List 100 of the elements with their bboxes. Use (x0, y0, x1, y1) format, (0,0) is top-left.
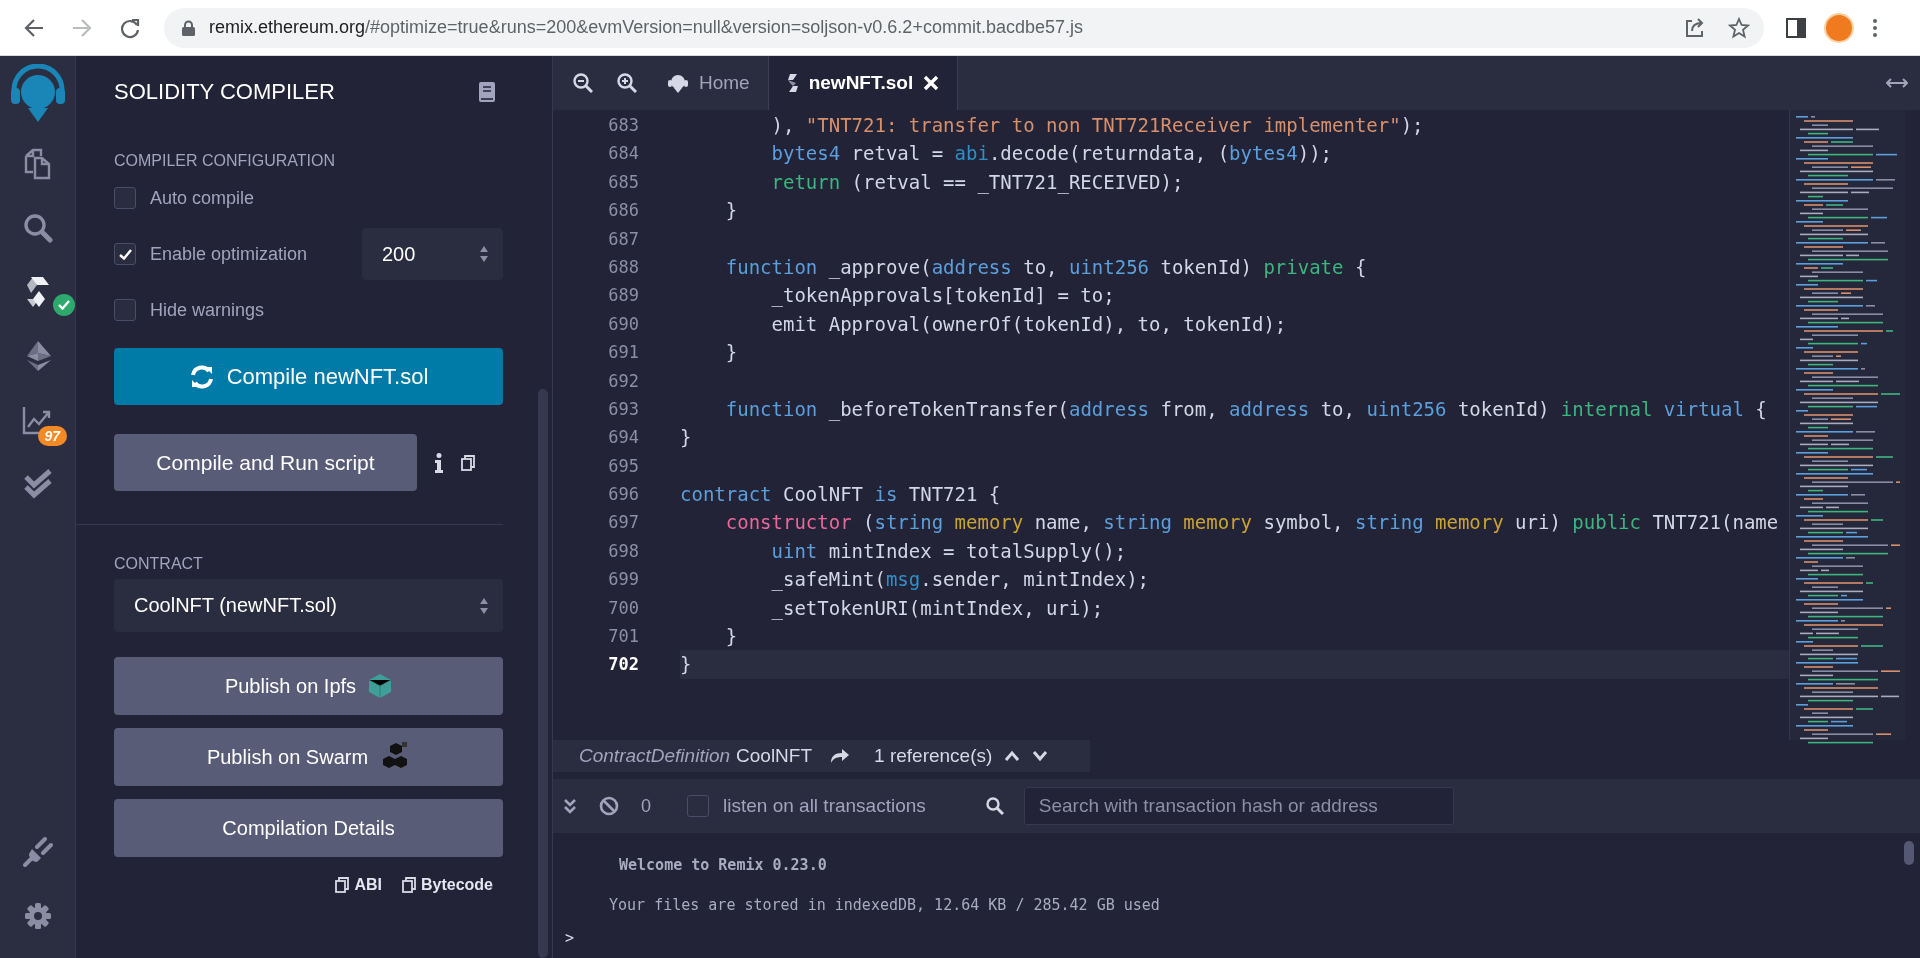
line-number: 701 (607, 625, 640, 649)
expand-icon[interactable] (1886, 77, 1908, 89)
scrollbar[interactable] (1904, 841, 1914, 865)
editor-tab[interactable]: newNFT.sol (768, 56, 959, 110)
go-to-definition-button[interactable] (830, 748, 851, 764)
scrollbar[interactable] (538, 389, 548, 958)
line-number: 692 (607, 369, 640, 393)
line-number: 684 (607, 142, 640, 166)
share-icon (1684, 16, 1706, 39)
code-line: } (724, 199, 738, 222)
code-line: _setTokenURI(mintIndex, uri); (770, 596, 1104, 619)
runs-field[interactable]: 200 (362, 228, 503, 280)
kebab-menu-icon (1872, 17, 1878, 38)
terminal-prompt[interactable]: > (565, 929, 575, 947)
line-number: 685 (607, 170, 640, 194)
code-line: function _beforeTokenTransfer(address from, address to, uint256 tokenId) internal virtual { (724, 397, 1767, 420)
copy-icon (401, 877, 416, 893)
line-number: 700 (607, 596, 640, 620)
search-icon[interactable] (22, 213, 53, 243)
spinner-arrows-icon[interactable] (479, 244, 489, 264)
chevron-up-icon (1004, 750, 1021, 762)
option-label: Enable optimization (150, 243, 308, 265)
terminal-message: Your files are stored in indexedDB, 12.64 KB / 285.42 GB used (609, 895, 1160, 916)
files-icon[interactable] (22, 148, 53, 180)
line-number: 693 (607, 397, 640, 421)
bookmark-star-button[interactable] (1728, 16, 1750, 39)
checkbox-label: listen on all transactions (723, 795, 926, 817)
line-number: 691 (607, 341, 640, 365)
code-line: ), "TNT721: transfer to non TNT721Receiver implementer"); (770, 114, 1424, 136)
code-line: return (retval == _TNT721_RECEIVED); (770, 170, 1184, 193)
checkbox[interactable] (114, 187, 136, 209)
copy-link[interactable]: ABI (335, 876, 382, 894)
publish-button[interactable]: Publish on Swarm (114, 728, 503, 786)
line-number: 699 (607, 568, 640, 592)
menu-button[interactable] (1872, 17, 1878, 38)
line-number: 687 (607, 227, 640, 251)
line-number: 702 (607, 653, 640, 677)
url-text: remix.ethereum.org/#optimize=true&runs=200&evmVersion=null&version=soljson-v0.6.2+commit.bacdbe57.js (209, 17, 1084, 38)
search-icon[interactable] (985, 797, 1004, 815)
line-number: 683 (607, 114, 640, 137)
plug-icon[interactable] (22, 837, 53, 867)
back-arrow-icon (23, 16, 45, 39)
next-reference-button[interactable] (1032, 750, 1049, 762)
line-number: 688 (607, 255, 640, 279)
copy-icon (461, 454, 475, 471)
checkbox[interactable] (114, 299, 136, 321)
collapse-icon[interactable] (563, 798, 577, 814)
line-number: 696 (607, 483, 640, 507)
book-icon[interactable] (479, 82, 495, 102)
remix-logo-icon[interactable] (9, 64, 66, 124)
reference-count: 1 reference(s) (874, 745, 993, 767)
checkbox[interactable] (114, 243, 136, 265)
code-line: } (680, 653, 692, 676)
info-icon[interactable] (435, 452, 443, 473)
section-label: COMPILER CONFIGURATION (114, 152, 337, 170)
count-badge: 97 (37, 426, 68, 446)
compile-button[interactable]: Compile newNFT.sol (114, 348, 503, 405)
previous-reference-button[interactable] (1004, 750, 1021, 762)
code-line: uint mintIndex = totalSupply(); (770, 539, 1127, 562)
node-name: CoolNFT (736, 745, 813, 767)
code-line: bytes4 retval = abi.decode(returndata, (bytes4)); (770, 142, 1333, 165)
publish-button[interactable]: Compilation Details (114, 799, 503, 857)
share-arrow-icon (830, 748, 851, 764)
line-number: 689 (607, 284, 640, 308)
section-label: CONTRACT (114, 555, 204, 573)
settings-icon[interactable] (23, 902, 52, 930)
search-field[interactable]: Search with transaction hash or address (1023, 787, 1454, 825)
hexagon-icon (368, 673, 393, 699)
share-button[interactable] (1684, 16, 1706, 39)
code-line: function _approve(address to, uint256 tokenId) private { (724, 255, 1367, 278)
star-icon (1728, 16, 1750, 39)
run-script-button[interactable]: Compile and Run script (114, 434, 417, 491)
terminal-message: Welcome to Remix 0.23.0 (619, 855, 827, 876)
code-line: contract CoolNFT is TNT721 { (680, 483, 1001, 506)
transaction-count: 0 (641, 795, 651, 817)
close-icon[interactable] (923, 75, 940, 91)
option-label: Hide warnings (150, 299, 265, 321)
checkbox[interactable] (687, 795, 709, 817)
publish-button[interactable]: Publish on Ipfs (114, 657, 503, 715)
line-number: 694 (607, 426, 640, 450)
side-panel-button[interactable] (1786, 17, 1806, 38)
code-line: } (724, 341, 738, 364)
contract-select[interactable]: CoolNFT (newNFT.sol) (114, 579, 503, 632)
code-line: } (680, 426, 692, 449)
line-number: 695 (607, 454, 640, 478)
copy-icon (335, 877, 350, 893)
panel-title: SOLIDITY COMPILER (114, 79, 335, 105)
clear-icon[interactable] (599, 796, 619, 816)
line-number: 690 (607, 312, 640, 336)
double-check-icon[interactable] (22, 469, 53, 499)
node-type: ContractDefinition (579, 745, 731, 767)
address-bar[interactable]: remix.ethereum.org/#optimize=true&runs=200&evmVersion=null&version=soljson-v0.6.2+commit.bacdbe57.js (164, 7, 1764, 48)
profile-avatar[interactable] (1824, 12, 1854, 43)
code-line: _tokenApprovals[tokenId] = to; (770, 284, 1115, 307)
line-number: 697 (607, 511, 640, 535)
line-number: 698 (607, 539, 640, 563)
copy-link[interactable]: Bytecode (401, 876, 493, 894)
reload-icon (119, 16, 141, 39)
chevron-down-icon (1032, 750, 1049, 762)
checkmark-icon (118, 248, 132, 260)
